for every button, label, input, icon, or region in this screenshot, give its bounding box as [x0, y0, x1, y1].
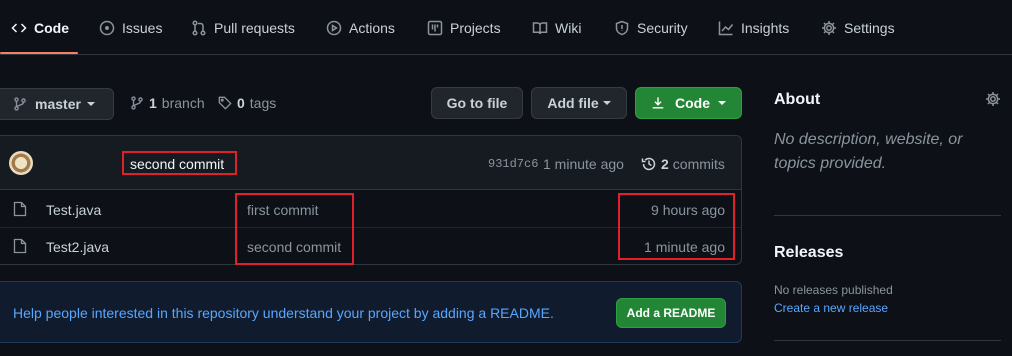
- tags-link[interactable]: 0 tags: [218, 94, 276, 112]
- tab-label: Wiki: [555, 19, 582, 36]
- file-commit-message[interactable]: first commit: [247, 202, 319, 218]
- commit-sha[interactable]: 931d7c6: [488, 157, 538, 171]
- go-to-file-button[interactable]: Go to file: [431, 87, 523, 119]
- tab-label: Pull requests: [214, 19, 295, 36]
- tab-label: Settings: [844, 19, 895, 36]
- go-to-file-label: Go to file: [446, 95, 508, 111]
- add-file-button[interactable]: Add file: [531, 87, 627, 119]
- git-branch-icon: [130, 96, 144, 110]
- tag-count: 0: [237, 95, 245, 111]
- about-heading: About: [774, 91, 821, 108]
- tab-label: Insights: [741, 19, 790, 36]
- code-button[interactable]: Code: [635, 87, 742, 119]
- releases-heading[interactable]: Releases: [774, 244, 843, 262]
- tag-label: tags: [249, 95, 277, 111]
- tab-actions[interactable]: Actions: [326, 0, 395, 55]
- tag-icon: [218, 96, 232, 110]
- repo-nav: Code Issues Pull requests Actions Projec…: [0, 0, 1012, 55]
- branch-count: 1: [149, 95, 157, 111]
- gear-icon: [821, 20, 837, 36]
- add-readme-button[interactable]: Add a README: [616, 298, 726, 328]
- file-commit-message[interactable]: second commit: [247, 239, 341, 255]
- pull-request-icon: [191, 19, 207, 36]
- file-icon: [13, 201, 27, 217]
- latest-commit-header: second commit 931d7c6 1 minute ago 2 com…: [0, 136, 741, 190]
- about-description: No description, website, or topics provi…: [774, 131, 963, 172]
- selected-tab-indicator: [0, 52, 78, 54]
- issue-icon: [99, 20, 115, 36]
- chevron-down-icon: [86, 102, 95, 106]
- code-button-label: Code: [675, 95, 710, 111]
- create-release-link[interactable]: Create a new release: [774, 301, 888, 315]
- git-branch-icon: [13, 97, 27, 111]
- commit-label: commits: [672, 156, 725, 172]
- branch-name: master: [35, 96, 81, 112]
- sidebar-divider: [774, 215, 1001, 216]
- tab-security[interactable]: Security: [614, 0, 688, 55]
- add-file-label: Add file: [547, 95, 599, 111]
- file-name[interactable]: Test.java: [46, 202, 101, 218]
- book-icon: [532, 20, 548, 36]
- history-icon: [641, 156, 657, 172]
- graph-icon: [718, 20, 734, 36]
- file-age: 1 minute ago: [644, 239, 725, 255]
- commits-history-link[interactable]: 2 commits: [641, 156, 725, 172]
- tab-label: Projects: [450, 19, 501, 36]
- tab-code[interactable]: Code: [11, 0, 69, 55]
- branches-link[interactable]: 1 branch: [130, 94, 205, 112]
- file-age: 9 hours ago: [651, 202, 725, 218]
- commit-time: 1 minute ago: [543, 156, 624, 172]
- no-releases-text: No releases published: [774, 283, 893, 297]
- tab-label: Security: [637, 19, 688, 36]
- gear-icon[interactable]: [985, 91, 1001, 107]
- download-icon: [651, 96, 665, 110]
- avatar[interactable]: [9, 151, 33, 175]
- commit-count: 2: [661, 156, 669, 172]
- tab-insights[interactable]: Insights: [718, 0, 789, 55]
- table-row: Test.java first commit 9 hours ago: [0, 191, 741, 228]
- code-icon: [11, 20, 27, 36]
- tab-label: Issues: [122, 19, 163, 36]
- chevron-down-icon: [718, 101, 726, 105]
- tab-issues[interactable]: Issues: [99, 0, 162, 55]
- file-browser: second commit 931d7c6 1 minute ago 2 com…: [0, 135, 742, 265]
- play-icon: [326, 20, 342, 36]
- project-icon: [427, 20, 443, 36]
- file-name[interactable]: Test2.java: [46, 239, 109, 255]
- readme-prompt-text: Help people interested in this repositor…: [13, 305, 554, 321]
- sidebar-divider: [774, 340, 1001, 341]
- add-readme-label: Add a README: [626, 306, 716, 320]
- tab-label: Actions: [349, 19, 395, 36]
- tab-label: Code: [34, 19, 69, 36]
- branch-label: branch: [161, 95, 205, 111]
- table-row: Test2.java second commit 1 minute ago: [0, 228, 741, 264]
- tab-projects[interactable]: Projects: [427, 0, 501, 55]
- tab-wiki[interactable]: Wiki: [532, 0, 581, 55]
- branch-select-button[interactable]: master: [0, 88, 114, 120]
- file-icon: [13, 238, 27, 254]
- chevron-down-icon: [602, 101, 611, 105]
- latest-commit-message[interactable]: second commit: [130, 156, 224, 172]
- tab-settings[interactable]: Settings: [821, 0, 895, 55]
- shield-icon: [614, 20, 630, 36]
- tab-pull-requests[interactable]: Pull requests: [191, 0, 295, 55]
